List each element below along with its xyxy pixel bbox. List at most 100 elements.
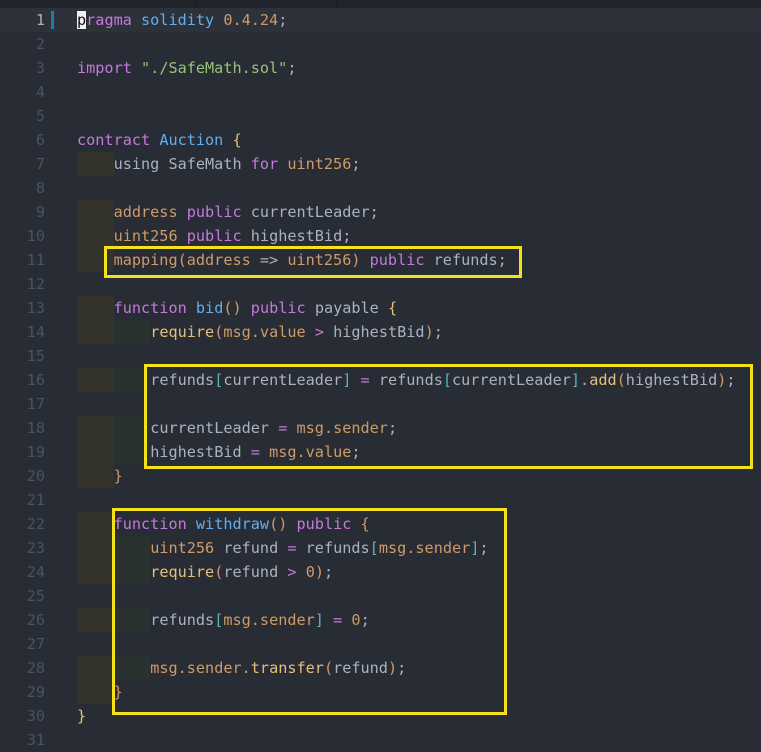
line-number: 15 [26, 347, 45, 365]
code-line[interactable]: 12 [0, 272, 761, 296]
line-number: 2 [35, 35, 45, 53]
code-line[interactable]: 30} [0, 704, 761, 728]
code-token: ; [433, 323, 443, 341]
code-token: ; [479, 539, 489, 557]
code-token: msg.value [269, 443, 352, 461]
line-number: 31 [26, 731, 45, 749]
indent-guide [77, 608, 114, 632]
code-line[interactable]: 1 pragma solidity 0.4.24; [0, 8, 761, 32]
code-token: msg.sender [296, 419, 388, 437]
code-text: require(refund > 0); [77, 560, 333, 584]
code-line[interactable]: 25 [0, 584, 761, 608]
code-token: require [150, 323, 215, 341]
line-number: 22 [26, 515, 45, 533]
code-text: refunds[msg.sender] = 0; [77, 608, 370, 632]
code-line[interactable]: 4 [0, 80, 761, 104]
code-token: require [150, 563, 215, 581]
code-line[interactable]: 9 address public currentLeader; [0, 200, 761, 224]
code-line[interactable]: 29} [0, 680, 761, 704]
code-line[interactable]: 26 refunds[msg.sender] = 0; [0, 608, 761, 632]
code-token: ; [278, 11, 288, 29]
line-number: 20 [26, 467, 45, 485]
code-token: add [589, 371, 617, 389]
code-token: address [113, 203, 178, 221]
code-line[interactable]: 17 [0, 392, 761, 416]
indent-guide [77, 656, 114, 680]
code-line[interactable]: 28 msg.sender.transfer(refund); [0, 656, 761, 680]
code-line[interactable]: 20} [0, 464, 761, 488]
line-number: 16 [26, 371, 45, 389]
code-token: > [287, 563, 297, 581]
code-line[interactable]: 23 uint256 refund = refunds[msg.sender]; [0, 536, 761, 560]
code-token: () [269, 515, 288, 533]
code-token: } [113, 683, 123, 701]
code-text: uint256 refund = refunds[msg.sender]; [77, 536, 489, 560]
code-line[interactable]: 19 highestBid = msg.value; [0, 440, 761, 464]
code-line[interactable]: 6 contract Auction { [0, 128, 761, 152]
indent-guide [77, 200, 114, 224]
code-token: } [77, 707, 87, 725]
line-number: 5 [35, 107, 45, 125]
code-line[interactable]: 21 [0, 488, 761, 512]
code-token: ( [323, 659, 334, 677]
indent-guide [77, 416, 114, 440]
code-line[interactable]: 22 function withdraw() public { [0, 512, 761, 536]
code-token: [ [214, 611, 224, 629]
code-line[interactable]: 27 [0, 632, 761, 656]
code-line[interactable]: 2 [0, 32, 761, 56]
code-text: using SafeMath for uint256; [77, 152, 361, 176]
code-line[interactable]: 15 [0, 344, 761, 368]
code-token: = [250, 443, 260, 461]
code-line[interactable]: 14 require(msg.value > highestBid); [0, 320, 761, 344]
code-line[interactable]: 16 refunds[currentLeader] = refunds[curre… [0, 368, 761, 392]
line-number: 6 [35, 131, 45, 149]
code-line[interactable]: 13 function bid() public payable { [0, 296, 761, 320]
code-token: => [250, 251, 288, 269]
line-number: 19 [26, 443, 45, 461]
code-text: currentLeader = msg.sender; [77, 416, 397, 440]
code-line[interactable]: 10 uint256 public highestBid; [0, 224, 761, 248]
code-token: payable [305, 299, 388, 317]
code-token: refunds [150, 371, 215, 389]
code-token: refund [214, 539, 288, 557]
code-line[interactable]: 18 currentLeader = msg.sender; [0, 416, 761, 440]
code-token: ; [351, 443, 361, 461]
code-line[interactable]: 11 mapping(address => uint256) public ref… [0, 248, 761, 272]
code-line[interactable]: 3 import "./SafeMath.sol"; [0, 56, 761, 80]
code-line[interactable]: 8 [0, 176, 761, 200]
code-token: () [223, 299, 242, 317]
code-text: uint256 public highestBid; [77, 224, 351, 248]
code-line[interactable]: 5 [0, 104, 761, 128]
code-token: ( [616, 371, 626, 389]
code-token: ; [351, 155, 361, 173]
text-cursor: p [77, 11, 87, 29]
code-line[interactable]: 31 [0, 728, 761, 752]
code-text: contract Auction { [77, 128, 242, 152]
code-token: currentLeader [223, 371, 343, 389]
code-token: > [314, 323, 324, 341]
code-token: transfer [250, 659, 324, 677]
code-token: ] [570, 371, 581, 389]
indent-guide [113, 608, 151, 632]
indent-guide [113, 416, 151, 440]
indent-guide [77, 224, 114, 248]
code-line[interactable]: 7 using SafeMath for uint256; [0, 152, 761, 176]
code-text: function bid() public payable { [77, 296, 397, 320]
code-line[interactable]: 24 require(refund > 0); [0, 560, 761, 584]
indent-guide [77, 680, 114, 704]
tab-bar [0, 0, 761, 8]
code-text: refunds[currentLeader] = refunds[current… [77, 368, 736, 392]
indent-guide [113, 560, 151, 584]
line-number: 21 [26, 491, 45, 509]
line-number: 25 [26, 587, 45, 605]
